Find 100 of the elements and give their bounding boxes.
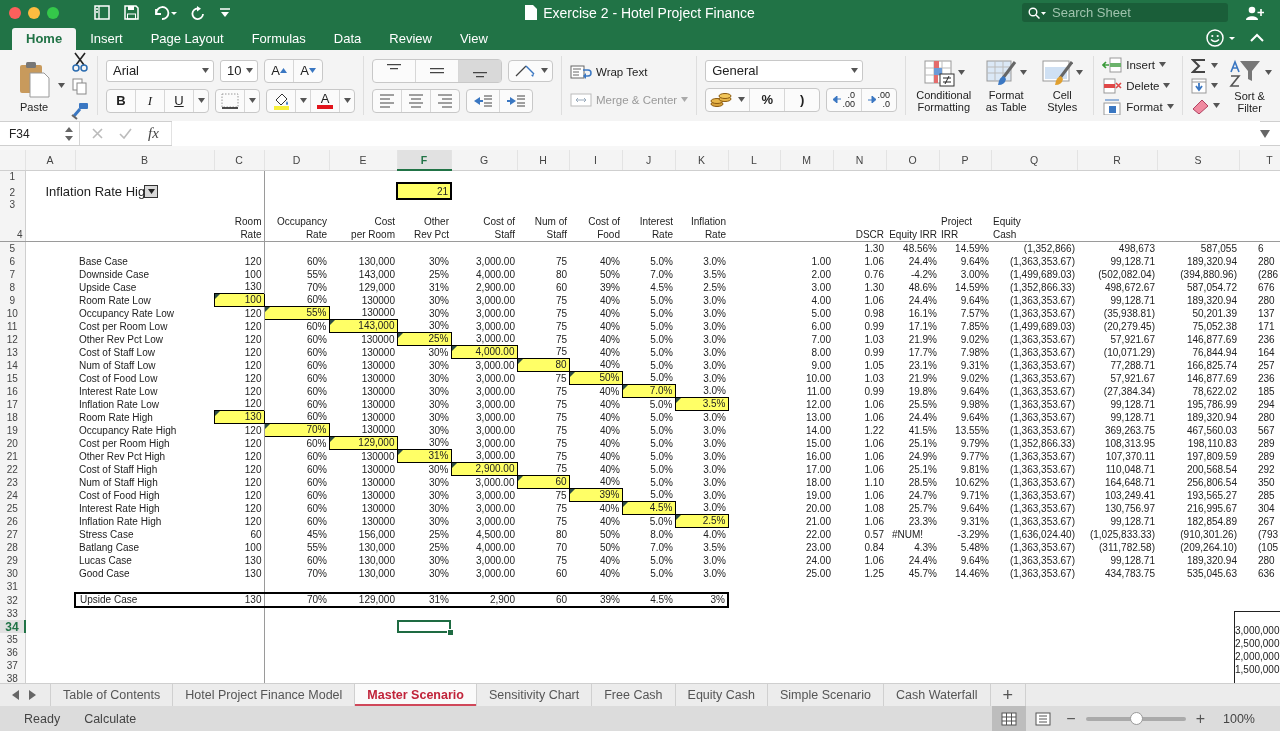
row-header[interactable]: 4 [0, 210, 25, 242]
column-header[interactable]: R [1077, 150, 1157, 170]
calculate-button[interactable]: Calculate [84, 711, 137, 726]
column-header[interactable]: M [780, 150, 833, 170]
zoom-in-button[interactable]: + [1195, 709, 1205, 728]
column-header[interactable]: G [451, 150, 517, 170]
column-header[interactable]: O [886, 150, 939, 170]
save-icon[interactable] [124, 5, 139, 20]
caret-icon[interactable] [343, 98, 351, 103]
orientation-button[interactable] [508, 59, 553, 82]
caret-icon[interactable] [197, 98, 205, 103]
next-sheet-icon[interactable] [29, 690, 36, 700]
column-header[interactable]: L [728, 150, 780, 170]
conditional-formatting-button[interactable]: Conditional Formatting [914, 58, 974, 113]
column-header[interactable]: B [75, 150, 214, 170]
sort-filter-button[interactable]: Sort & Filter [1225, 57, 1274, 114]
redo-icon[interactable] [191, 5, 205, 20]
caret-icon[interactable] [1264, 70, 1272, 75]
caret-icon[interactable] [58, 83, 65, 88]
font-size-field[interactable]: 10 [220, 59, 258, 82]
smiley-icon[interactable] [1206, 28, 1236, 47]
fill-down-icon[interactable] [1190, 77, 1207, 94]
name-box[interactable]: F34 [0, 122, 80, 145]
font-color-button[interactable]: A [311, 89, 340, 112]
formula-input[interactable] [171, 121, 1260, 146]
underline-button[interactable]: U [165, 89, 194, 112]
decrease-decimal-button[interactable]: .00 .0 [862, 88, 897, 111]
caret-icon[interactable] [1210, 63, 1218, 68]
search-bar[interactable]: Search Sheet [1022, 3, 1228, 22]
ribbon-tab[interactable]: View [445, 28, 502, 50]
column-header[interactable]: P [939, 150, 991, 170]
column-header[interactable]: T [1239, 150, 1280, 170]
shrink-font-button[interactable]: A [294, 59, 322, 82]
column-header[interactable]: F [397, 150, 451, 170]
selected-cell[interactable] [397, 619, 451, 633]
zoom-out-button[interactable]: − [1066, 709, 1076, 728]
column-header[interactable]: Q [991, 150, 1077, 170]
collapse-icon[interactable] [1250, 33, 1264, 42]
align-bottom-button[interactable] [459, 59, 501, 82]
insert-function-button[interactable]: fx [148, 125, 159, 142]
caret-icon[interactable] [851, 68, 859, 73]
caret-icon[interactable] [1159, 62, 1166, 67]
scissors-icon[interactable] [71, 51, 89, 72]
format-painter-icon[interactable] [71, 101, 89, 120]
column-header[interactable]: N [833, 150, 886, 170]
font-field[interactable]: Arial [106, 59, 214, 82]
column-header[interactable]: K [675, 150, 728, 170]
normal-view-button[interactable] [992, 706, 1027, 731]
caret-icon[interactable] [957, 70, 965, 75]
add-person-icon[interactable] [1246, 5, 1264, 20]
format-cells-button[interactable]: Format [1102, 98, 1174, 115]
search-icon[interactable] [1028, 6, 1046, 19]
expand-icon[interactable] [1260, 129, 1270, 138]
previous-sheet-icon[interactable] [12, 690, 19, 700]
column-header[interactable]: A [25, 150, 75, 170]
column-header[interactable]: J [622, 150, 675, 170]
italic-button[interactable]: I [136, 89, 165, 112]
caret-icon[interactable] [1020, 70, 1028, 75]
number-format-field[interactable]: General [705, 59, 864, 82]
increase-decimal-button[interactable]: .0 .00 [827, 88, 863, 111]
stepper-icon[interactable] [65, 126, 73, 141]
caret-icon[interactable] [299, 98, 307, 103]
number-style-button[interactable]: % [750, 88, 786, 111]
ribbon-tab[interactable]: Data [319, 28, 376, 50]
cell-formatting-button[interactable]: Cell Styles [1039, 58, 1086, 113]
column-header[interactable]: E [329, 150, 397, 170]
column-header[interactable]: H [517, 150, 569, 170]
insert-cells-button[interactable]: Insert [1102, 56, 1174, 73]
sidebar-icon[interactable] [94, 5, 110, 20]
caret-icon[interactable] [738, 97, 746, 102]
table-formatting-button[interactable]: Format as Table [983, 58, 1030, 113]
caret-icon[interactable] [248, 98, 256, 103]
ribbon-tab[interactable]: Formulas [237, 28, 320, 50]
ribbon-tab[interactable]: Home [12, 28, 77, 50]
bold-button[interactable]: B [107, 89, 136, 112]
delete-cells-button[interactable]: Delete [1102, 77, 1174, 94]
paste-button[interactable]: Paste [16, 58, 52, 113]
caret-icon[interactable] [202, 68, 209, 73]
caret-icon[interactable] [1163, 83, 1171, 88]
ribbon-tab[interactable]: Page Layout [136, 28, 238, 50]
search-field[interactable]: Search Sheet [1052, 4, 1222, 21]
check-icon[interactable] [119, 128, 132, 139]
zoom-button[interactable] [47, 6, 59, 19]
number-style-button[interactable]: ) [785, 88, 820, 111]
column-header[interactable]: I [569, 150, 622, 170]
slider-thumb[interactable] [1129, 711, 1143, 725]
column-header[interactable]: S [1157, 150, 1239, 170]
caret-icon[interactable] [541, 68, 548, 73]
sheet-tab[interactable]: Master Scenario [355, 684, 477, 706]
wrap-text-button[interactable]: Wrap Text [570, 64, 689, 79]
eraser-icon[interactable] [1190, 97, 1209, 114]
ribbon-tab[interactable]: Insert [76, 28, 137, 50]
caret-icon[interactable] [246, 68, 253, 73]
customize-icon[interactable] [219, 7, 231, 18]
column-header[interactable]: D [264, 150, 329, 170]
caret-icon[interactable] [1210, 83, 1218, 88]
undo-icon[interactable] [153, 5, 177, 20]
dropdown-button[interactable] [144, 185, 159, 198]
ribbon-tab[interactable]: Review [375, 28, 446, 50]
caret-icon[interactable] [1076, 70, 1084, 75]
